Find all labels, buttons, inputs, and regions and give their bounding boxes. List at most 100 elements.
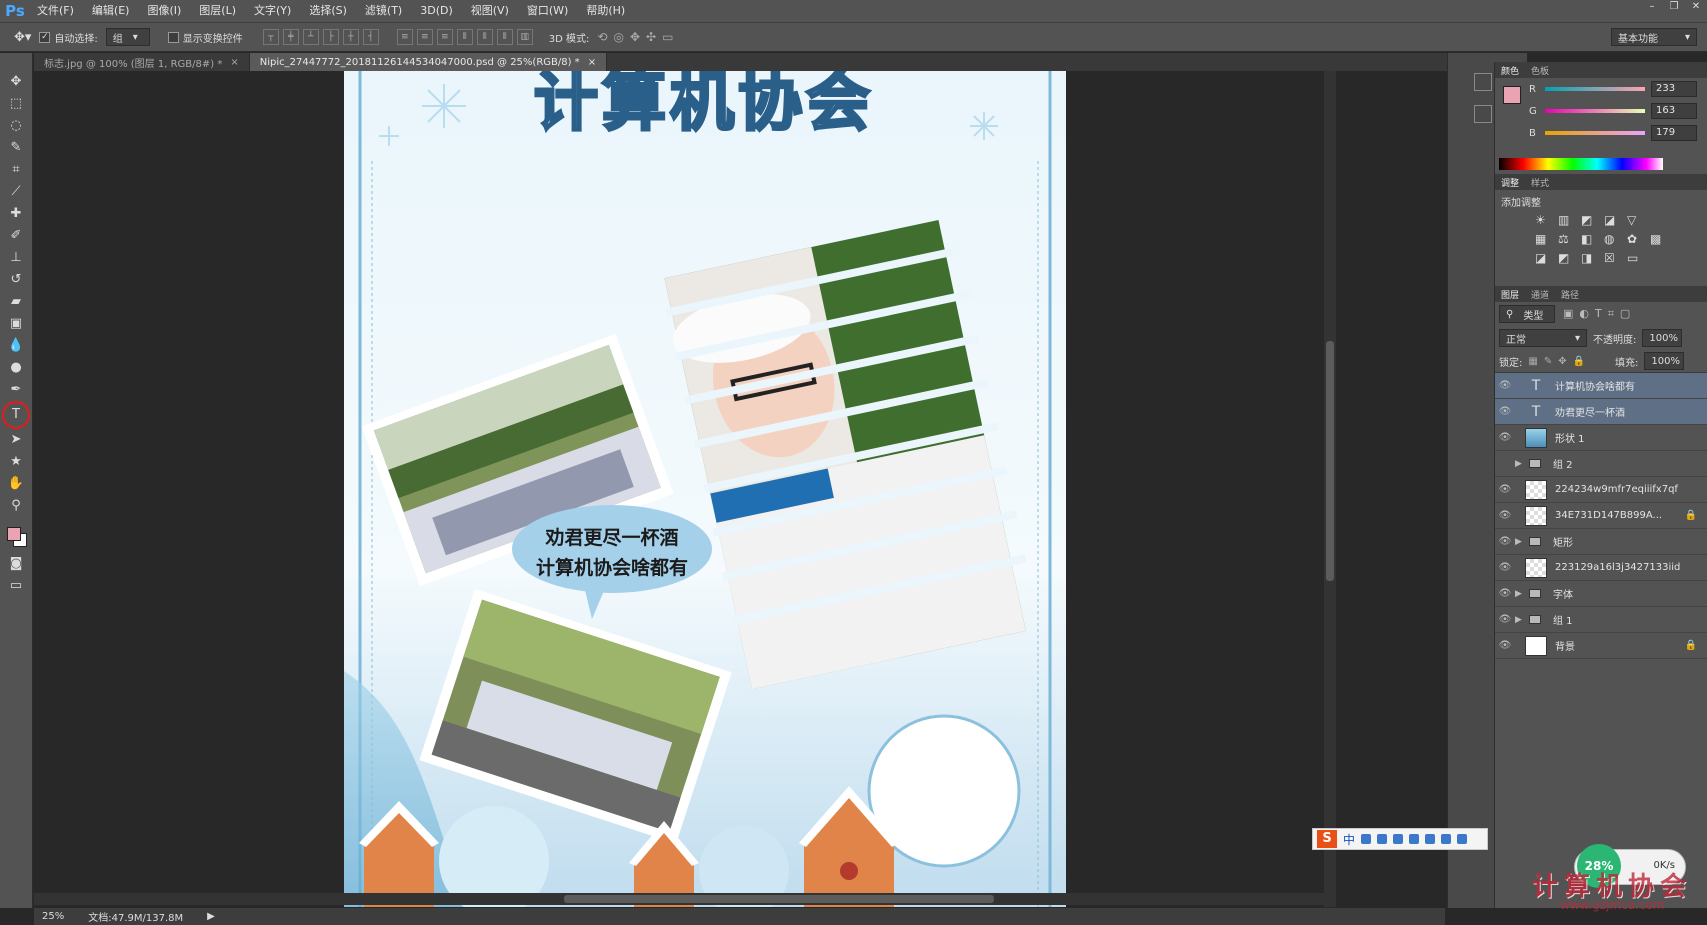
channel-value-field[interactable]: 163 bbox=[1651, 103, 1697, 119]
minimize-button[interactable]: – bbox=[1641, 0, 1663, 14]
keyboard-icon[interactable] bbox=[1409, 834, 1420, 844]
color-swatches[interactable] bbox=[5, 523, 32, 553]
channel-slider[interactable] bbox=[1545, 109, 1645, 113]
distribute-left-icon[interactable]: ⫴ bbox=[456, 29, 473, 45]
layer-row[interactable]: 👁 T 劝君更尽一杯酒 bbox=[1495, 399, 1707, 425]
lock-icons[interactable]: ▦✎✥🔒 bbox=[1528, 356, 1591, 367]
menu-item-2[interactable]: 图像(I) bbox=[138, 0, 190, 22]
ime-lang[interactable]: 中 bbox=[1343, 831, 1355, 848]
visibility-eye-icon[interactable]: 👁 bbox=[1495, 562, 1515, 573]
layer-row[interactable]: 👁 形状 1 bbox=[1495, 425, 1707, 451]
align-vcenter-icon[interactable]: ╪ bbox=[282, 29, 299, 45]
vibrance-icon[interactable]: ▽ bbox=[1627, 213, 1645, 227]
type-tool-icon[interactable]: T bbox=[2, 401, 30, 429]
photo-filter-icon[interactable]: ◍ bbox=[1604, 232, 1622, 246]
3d-rotate-icon[interactable]: ⟲ bbox=[597, 30, 607, 44]
tab-color[interactable]: 颜色 bbox=[1501, 64, 1519, 77]
gradient-tool-icon[interactable]: ▣ bbox=[4, 313, 28, 335]
threshold-icon[interactable]: ◨ bbox=[1581, 251, 1599, 265]
layer-row[interactable]: 👁 223129a16l3j3427133iid bbox=[1495, 555, 1707, 581]
exposure-icon[interactable]: ◪ bbox=[1604, 213, 1622, 227]
layer-row[interactable]: 👁 224234w9mfr7eqiiifx7qf bbox=[1495, 477, 1707, 503]
zoom-level[interactable]: 25% bbox=[42, 911, 64, 922]
canvas-area[interactable]: 计算机协会 劝君更尽一杯酒 计算机协会啥都有 bbox=[34, 71, 1445, 907]
emoji-icon[interactable] bbox=[1377, 834, 1388, 844]
visibility-eye-icon[interactable]: 👁 bbox=[1495, 432, 1515, 443]
blend-mode-dropdown[interactable]: 正常 ▾ bbox=[1499, 329, 1587, 347]
visibility-eye-icon[interactable]: 👁 bbox=[1495, 380, 1515, 391]
opacity-field[interactable]: 100% bbox=[1642, 329, 1683, 347]
menu-item-9[interactable]: 窗口(W) bbox=[518, 0, 577, 22]
history-panel-icon[interactable] bbox=[1474, 73, 1492, 91]
skin-icon[interactable] bbox=[1441, 834, 1452, 844]
poster-document[interactable]: 计算机协会 劝君更尽一杯酒 计算机协会啥都有 bbox=[344, 71, 1066, 907]
voice-icon[interactable] bbox=[1393, 834, 1404, 844]
horizontal-scrollbar[interactable] bbox=[34, 893, 1324, 905]
layer-row[interactable]: 👁 ▶ 矩形 bbox=[1495, 529, 1707, 555]
layer-row[interactable]: 👁 34E731D147B899A... 🔒 bbox=[1495, 503, 1707, 529]
move-tool-icon[interactable]: ✥▾ bbox=[14, 30, 31, 45]
align-bottom-icon[interactable]: ┴ bbox=[302, 29, 319, 45]
properties-panel-icon[interactable] bbox=[1474, 105, 1492, 123]
expand-arrow-icon[interactable]: ▶ bbox=[1515, 615, 1525, 625]
distribute-bottom-icon[interactable]: ≡ bbox=[436, 29, 453, 45]
auto-select-checkbox[interactable]: ✓ bbox=[39, 31, 51, 43]
tab-paths[interactable]: 路径 bbox=[1561, 288, 1579, 301]
menu-item-0[interactable]: 文件(F) bbox=[28, 0, 83, 22]
3d-pan-icon[interactable]: ✥ bbox=[630, 30, 640, 44]
distribute-right-icon[interactable]: ⫴ bbox=[496, 29, 513, 45]
eraser-tool-icon[interactable]: ▰ bbox=[4, 291, 28, 313]
menu-item-4[interactable]: 文字(Y) bbox=[245, 0, 300, 22]
expand-arrow-icon[interactable]: ▶ bbox=[1515, 537, 1525, 547]
black-white-icon[interactable]: ◧ bbox=[1581, 232, 1599, 246]
blur-tool-icon[interactable]: 💧 bbox=[4, 335, 28, 357]
ime-toolbar[interactable]: S 中 bbox=[1312, 828, 1488, 850]
tab-layers[interactable]: 图层 bbox=[1501, 288, 1519, 301]
healing-brush-tool-icon[interactable]: ✚ bbox=[4, 203, 28, 225]
layer-row[interactable]: 👁 ▶ 字体 bbox=[1495, 581, 1707, 607]
path-select-tool-icon[interactable]: ➤ bbox=[4, 429, 28, 451]
fill-field[interactable]: 100% bbox=[1644, 352, 1685, 370]
tab-styles[interactable]: 样式 bbox=[1531, 176, 1549, 189]
zoom-tool-icon[interactable]: ⚲ bbox=[4, 495, 28, 517]
align-top-icon[interactable]: ┬ bbox=[262, 29, 279, 45]
color-spectrum[interactable] bbox=[1499, 158, 1663, 170]
tab-document-1[interactable]: 标志.jpg @ 100% (图层 1, RGB/8#) * × bbox=[34, 53, 250, 71]
color-lookup-icon[interactable]: ▩ bbox=[1650, 232, 1668, 246]
menu-item-6[interactable]: 滤镜(T) bbox=[356, 0, 411, 22]
distribute-top-icon[interactable]: ≡ bbox=[396, 29, 413, 45]
restore-button[interactable]: ❐ bbox=[1663, 0, 1685, 14]
layer-row[interactable]: 👁 背景 🔒 bbox=[1495, 633, 1707, 659]
workspace-dropdown[interactable]: 基本功能 ▾ bbox=[1611, 28, 1697, 46]
menu-item-7[interactable]: 3D(D) bbox=[411, 0, 462, 22]
tab-adjustments[interactable]: 调整 bbox=[1501, 176, 1519, 189]
auto-select-dropdown[interactable]: 组 ▾ bbox=[105, 28, 150, 46]
visibility-eye-icon[interactable]: 👁 bbox=[1495, 510, 1515, 521]
layer-row[interactable]: 👁 T 计算机协会啥都有 bbox=[1495, 373, 1707, 399]
layer-filter-icons[interactable]: ▣◐T⌗▢ bbox=[1563, 307, 1636, 321]
3d-slide-icon[interactable]: ✣ bbox=[646, 30, 656, 44]
visibility-eye-icon[interactable]: 👁 bbox=[1495, 536, 1515, 547]
gradient-map-icon[interactable]: ▭ bbox=[1627, 251, 1645, 265]
dodge-tool-icon[interactable]: ● bbox=[4, 357, 28, 379]
visibility-eye-icon[interactable]: 👁 bbox=[1495, 640, 1515, 651]
crop-tool-icon[interactable]: ⌗ bbox=[4, 159, 28, 181]
menu-item-10[interactable]: 帮助(H) bbox=[577, 0, 634, 22]
marquee-tool-icon[interactable]: ⬚ bbox=[4, 93, 28, 115]
color-balance-icon[interactable]: ⚖ bbox=[1558, 232, 1576, 246]
vertical-scrollbar[interactable] bbox=[1324, 71, 1336, 907]
hand-tool-icon[interactable]: ✋ bbox=[4, 473, 28, 495]
3d-roll-icon[interactable]: ◎ bbox=[613, 30, 623, 44]
status-menu-arrow-icon[interactable]: ▶ bbox=[207, 911, 215, 922]
quick-select-tool-icon[interactable]: ✎ bbox=[4, 137, 28, 159]
expand-arrow-icon[interactable]: ▶ bbox=[1515, 459, 1525, 469]
quick-mask-icon[interactable]: ◙ bbox=[4, 553, 28, 575]
user-icon[interactable] bbox=[1425, 834, 1436, 844]
align-right-icon[interactable]: ┤ bbox=[362, 29, 379, 45]
auto-align-icon[interactable]: ▥ bbox=[516, 29, 533, 45]
levels-icon[interactable]: ▥ bbox=[1558, 213, 1576, 227]
move-tool-icon[interactable]: ✥ bbox=[4, 71, 28, 93]
tab-document-2[interactable]: Nipic_27447772_20181126144534047000.psd … bbox=[249, 53, 608, 71]
align-left-icon[interactable]: ├ bbox=[322, 29, 339, 45]
curves-icon[interactable]: ◩ bbox=[1581, 213, 1599, 227]
